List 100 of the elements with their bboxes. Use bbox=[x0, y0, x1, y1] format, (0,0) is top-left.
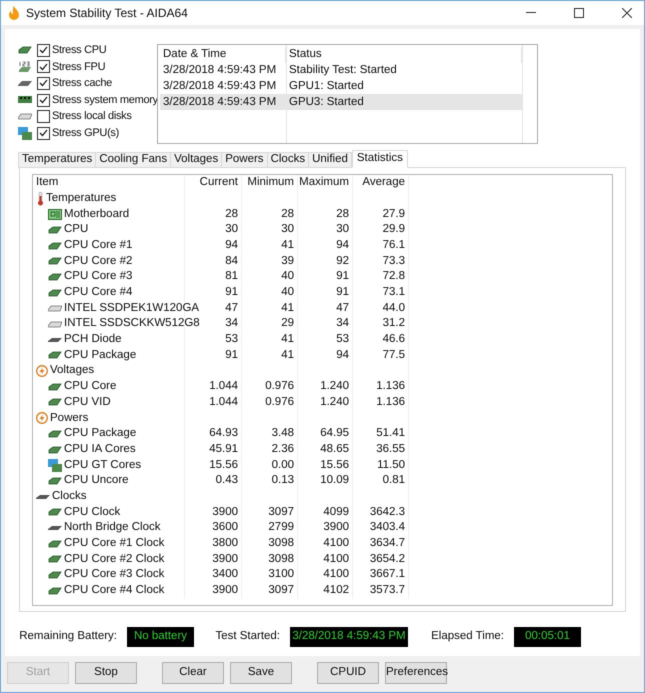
table-cell-text: 29 bbox=[281, 316, 294, 332]
chip-icon bbox=[48, 382, 62, 391]
table-cell-text: 0.13 bbox=[272, 473, 294, 488]
chip-icon bbox=[48, 242, 62, 250]
tab[interactable]: Temperatures bbox=[18, 152, 96, 168]
table-cell-text: 47 bbox=[336, 300, 349, 316]
table-cell-text: 36.55 bbox=[376, 442, 405, 457]
close-icon[interactable] bbox=[622, 8, 632, 18]
status-label: Remaining Battery: bbox=[18, 629, 117, 644]
checkbox[interactable] bbox=[37, 60, 50, 74]
table-cell-text: 41 bbox=[281, 238, 294, 253]
button[interactable]: Save bbox=[230, 662, 292, 684]
checkbox-label[interactable]: Stress GPU(s) bbox=[52, 125, 119, 142]
table-cell-text: 4102 bbox=[323, 583, 349, 598]
table-cell-text: 1.136 bbox=[376, 379, 405, 394]
table-cell-text: 1.240 bbox=[320, 379, 349, 394]
chip-icon bbox=[48, 288, 62, 297]
drive-icon bbox=[48, 304, 62, 312]
column-header[interactable]: Status bbox=[286, 47, 522, 63]
thermometer-icon bbox=[36, 192, 44, 206]
checkbox-label[interactable]: Stress CPU bbox=[52, 42, 106, 59]
maximize-icon[interactable] bbox=[574, 8, 584, 18]
checkbox[interactable] bbox=[37, 126, 50, 140]
drive-icon bbox=[18, 113, 32, 120]
column-header[interactable]: Current bbox=[200, 174, 238, 192]
table-cell-text: Motherboard bbox=[64, 206, 130, 222]
lightning-icon bbox=[36, 412, 48, 424]
table-cell-text: 0.43 bbox=[216, 473, 238, 488]
log-row[interactable]: 3/28/2018 4:59:43 PM GPU3: Started bbox=[160, 94, 522, 110]
table-cell-text: 3900 bbox=[323, 520, 349, 536]
table-cell-text: 4100 bbox=[323, 567, 349, 582]
table-cell-text: 84 bbox=[225, 254, 238, 269]
table-cell-text: CPU Package bbox=[64, 348, 136, 363]
table-cell-text: 76.1 bbox=[382, 238, 405, 253]
table-cell-text: 15.56 bbox=[209, 458, 238, 473]
chip-icon bbox=[48, 476, 62, 485]
chip-icon bbox=[48, 586, 62, 595]
table-cell-text: 3654.2 bbox=[370, 552, 405, 567]
table-cell-text: CPU Core #3 bbox=[64, 269, 132, 284]
table-cell-text: 3667.1 bbox=[370, 567, 405, 582]
table-cell-text: 1.044 bbox=[209, 394, 238, 410]
table-cell-text: 1.240 bbox=[320, 394, 349, 410]
table-cell-text: 3900 bbox=[212, 504, 238, 520]
table-cell-text: 3.48 bbox=[272, 426, 294, 442]
button[interactable]: Clear bbox=[162, 662, 224, 684]
table-cell-text: CPU Uncore bbox=[64, 473, 129, 488]
button[interactable]: Preferences bbox=[385, 662, 447, 684]
numbers-icon bbox=[18, 60, 32, 73]
column-header[interactable]: Minimum bbox=[247, 174, 294, 192]
table-cell-text: 3800 bbox=[212, 536, 238, 552]
chip-icon bbox=[48, 351, 62, 360]
table-cell-text: 81 bbox=[225, 269, 238, 284]
table-cell-text: 3098 bbox=[268, 536, 294, 552]
table-cell-text: 30 bbox=[336, 222, 349, 238]
table-cell-text: CPU VID bbox=[64, 394, 111, 410]
checkbox[interactable] bbox=[37, 94, 50, 107]
table-cell-text: 3600 bbox=[212, 520, 238, 536]
table-cell-text: Clocks bbox=[52, 488, 87, 504]
checkbox-label[interactable]: Stress FPU bbox=[52, 58, 106, 76]
column-header[interactable]: Average bbox=[362, 174, 405, 192]
checkbox-label[interactable]: Stress local disks bbox=[52, 108, 132, 125]
chip-icon bbox=[48, 524, 62, 531]
table-cell-text: 4099 bbox=[323, 504, 349, 520]
tab[interactable]: Statistics bbox=[352, 150, 408, 168]
checkbox[interactable] bbox=[37, 44, 50, 57]
table-cell-text: 0.81 bbox=[382, 473, 405, 488]
table-cell-text: 41 bbox=[281, 300, 294, 316]
table-cell-text: 44.0 bbox=[382, 300, 405, 316]
button[interactable]: CPUID bbox=[317, 662, 379, 684]
table-cell-text: 3097 bbox=[268, 583, 294, 598]
table-cell-text: 41 bbox=[281, 348, 294, 363]
checkbox-label[interactable]: Stress cache bbox=[52, 75, 112, 92]
table-cell-text: 94 bbox=[336, 348, 349, 363]
column-header[interactable]: Item bbox=[36, 174, 58, 192]
tab[interactable]: Cooling Fans bbox=[95, 152, 172, 168]
tab[interactable]: Voltages bbox=[170, 152, 222, 168]
chip-icon bbox=[48, 555, 62, 564]
graphics-card-icon bbox=[48, 458, 62, 472]
tab[interactable]: Clocks bbox=[266, 152, 310, 168]
tab[interactable]: Powers bbox=[221, 152, 268, 168]
log-row[interactable]: 3/28/2018 4:59:43 PM Stability Test: Started bbox=[160, 63, 522, 79]
table-cell-text: CPU Core #4 bbox=[64, 285, 132, 300]
graphics-card-icon bbox=[18, 126, 32, 140]
checkbox[interactable] bbox=[37, 76, 50, 90]
log-row[interactable]: 3/28/2018 4:59:43 PM GPU1: Started bbox=[160, 78, 522, 94]
table-cell-text: 1.044 bbox=[209, 379, 238, 394]
tab[interactable]: Unified bbox=[308, 152, 352, 168]
column-header[interactable]: Maximum bbox=[299, 174, 349, 192]
table-cell-text: 1.136 bbox=[376, 394, 405, 410]
table-cell-text: Voltages bbox=[50, 363, 94, 378]
table-cell-text: 3097 bbox=[268, 504, 294, 520]
button[interactable]: Stop bbox=[75, 662, 137, 684]
checkbox[interactable] bbox=[37, 110, 50, 124]
table-cell-text: CPU Core #4 Clock bbox=[64, 583, 164, 598]
chip-icon bbox=[48, 540, 62, 548]
table-cell-text: INTEL SSDSCKKW512G8 bbox=[64, 316, 200, 332]
table-cell-text: 3403.4 bbox=[370, 520, 405, 536]
column-header[interactable]: Date & Time bbox=[160, 47, 286, 63]
table-cell-text: 2.36 bbox=[272, 442, 294, 457]
checkbox-label[interactable]: Stress system memory bbox=[52, 92, 158, 108]
